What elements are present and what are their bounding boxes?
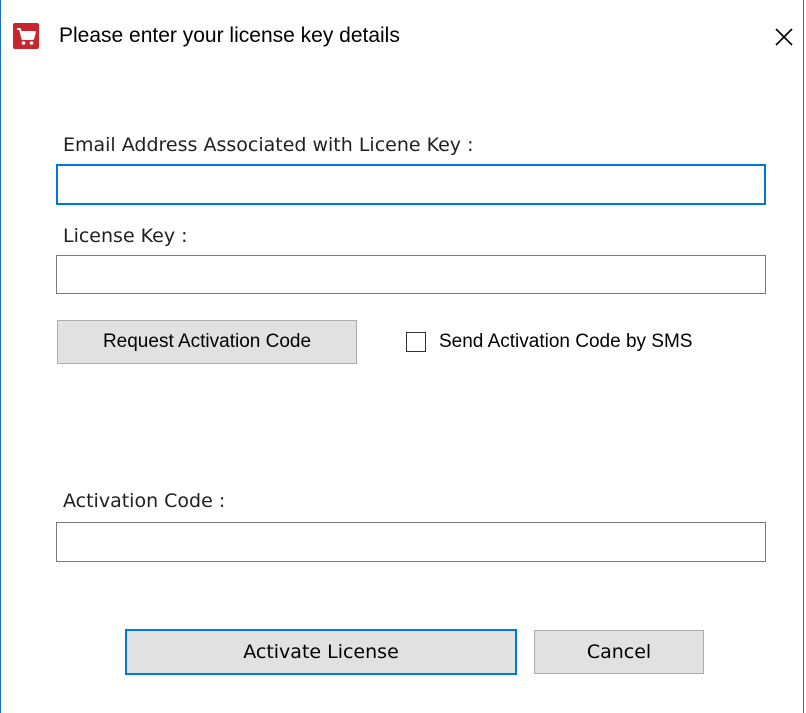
title-bar: Please enter your license key details [1,0,803,64]
license-key-field[interactable] [56,255,766,294]
shopping-cart-icon [13,23,39,49]
request-activation-code-button[interactable]: Request Activation Code [57,320,357,364]
cancel-button[interactable]: Cancel [534,630,704,674]
window-title: Please enter your license key details [59,24,400,47]
email-field[interactable] [56,164,766,205]
activation-code-field[interactable] [56,522,766,562]
email-label: Email Address Associated with Licene Key… [63,134,474,156]
close-icon [775,28,793,46]
license-key-label: License Key : [63,225,188,247]
close-button[interactable] [767,20,801,54]
activation-code-label: Activation Code : [63,490,226,512]
sms-checkbox-label[interactable]: Send Activation Code by SMS [439,331,692,353]
sms-checkbox[interactable]: Send Activation Code by SMS [406,327,692,357]
sms-checkbox-box[interactable] [406,332,426,352]
activate-license-button[interactable]: Activate License [125,629,517,675]
license-dialog: Please enter your license key details Em… [0,0,804,713]
